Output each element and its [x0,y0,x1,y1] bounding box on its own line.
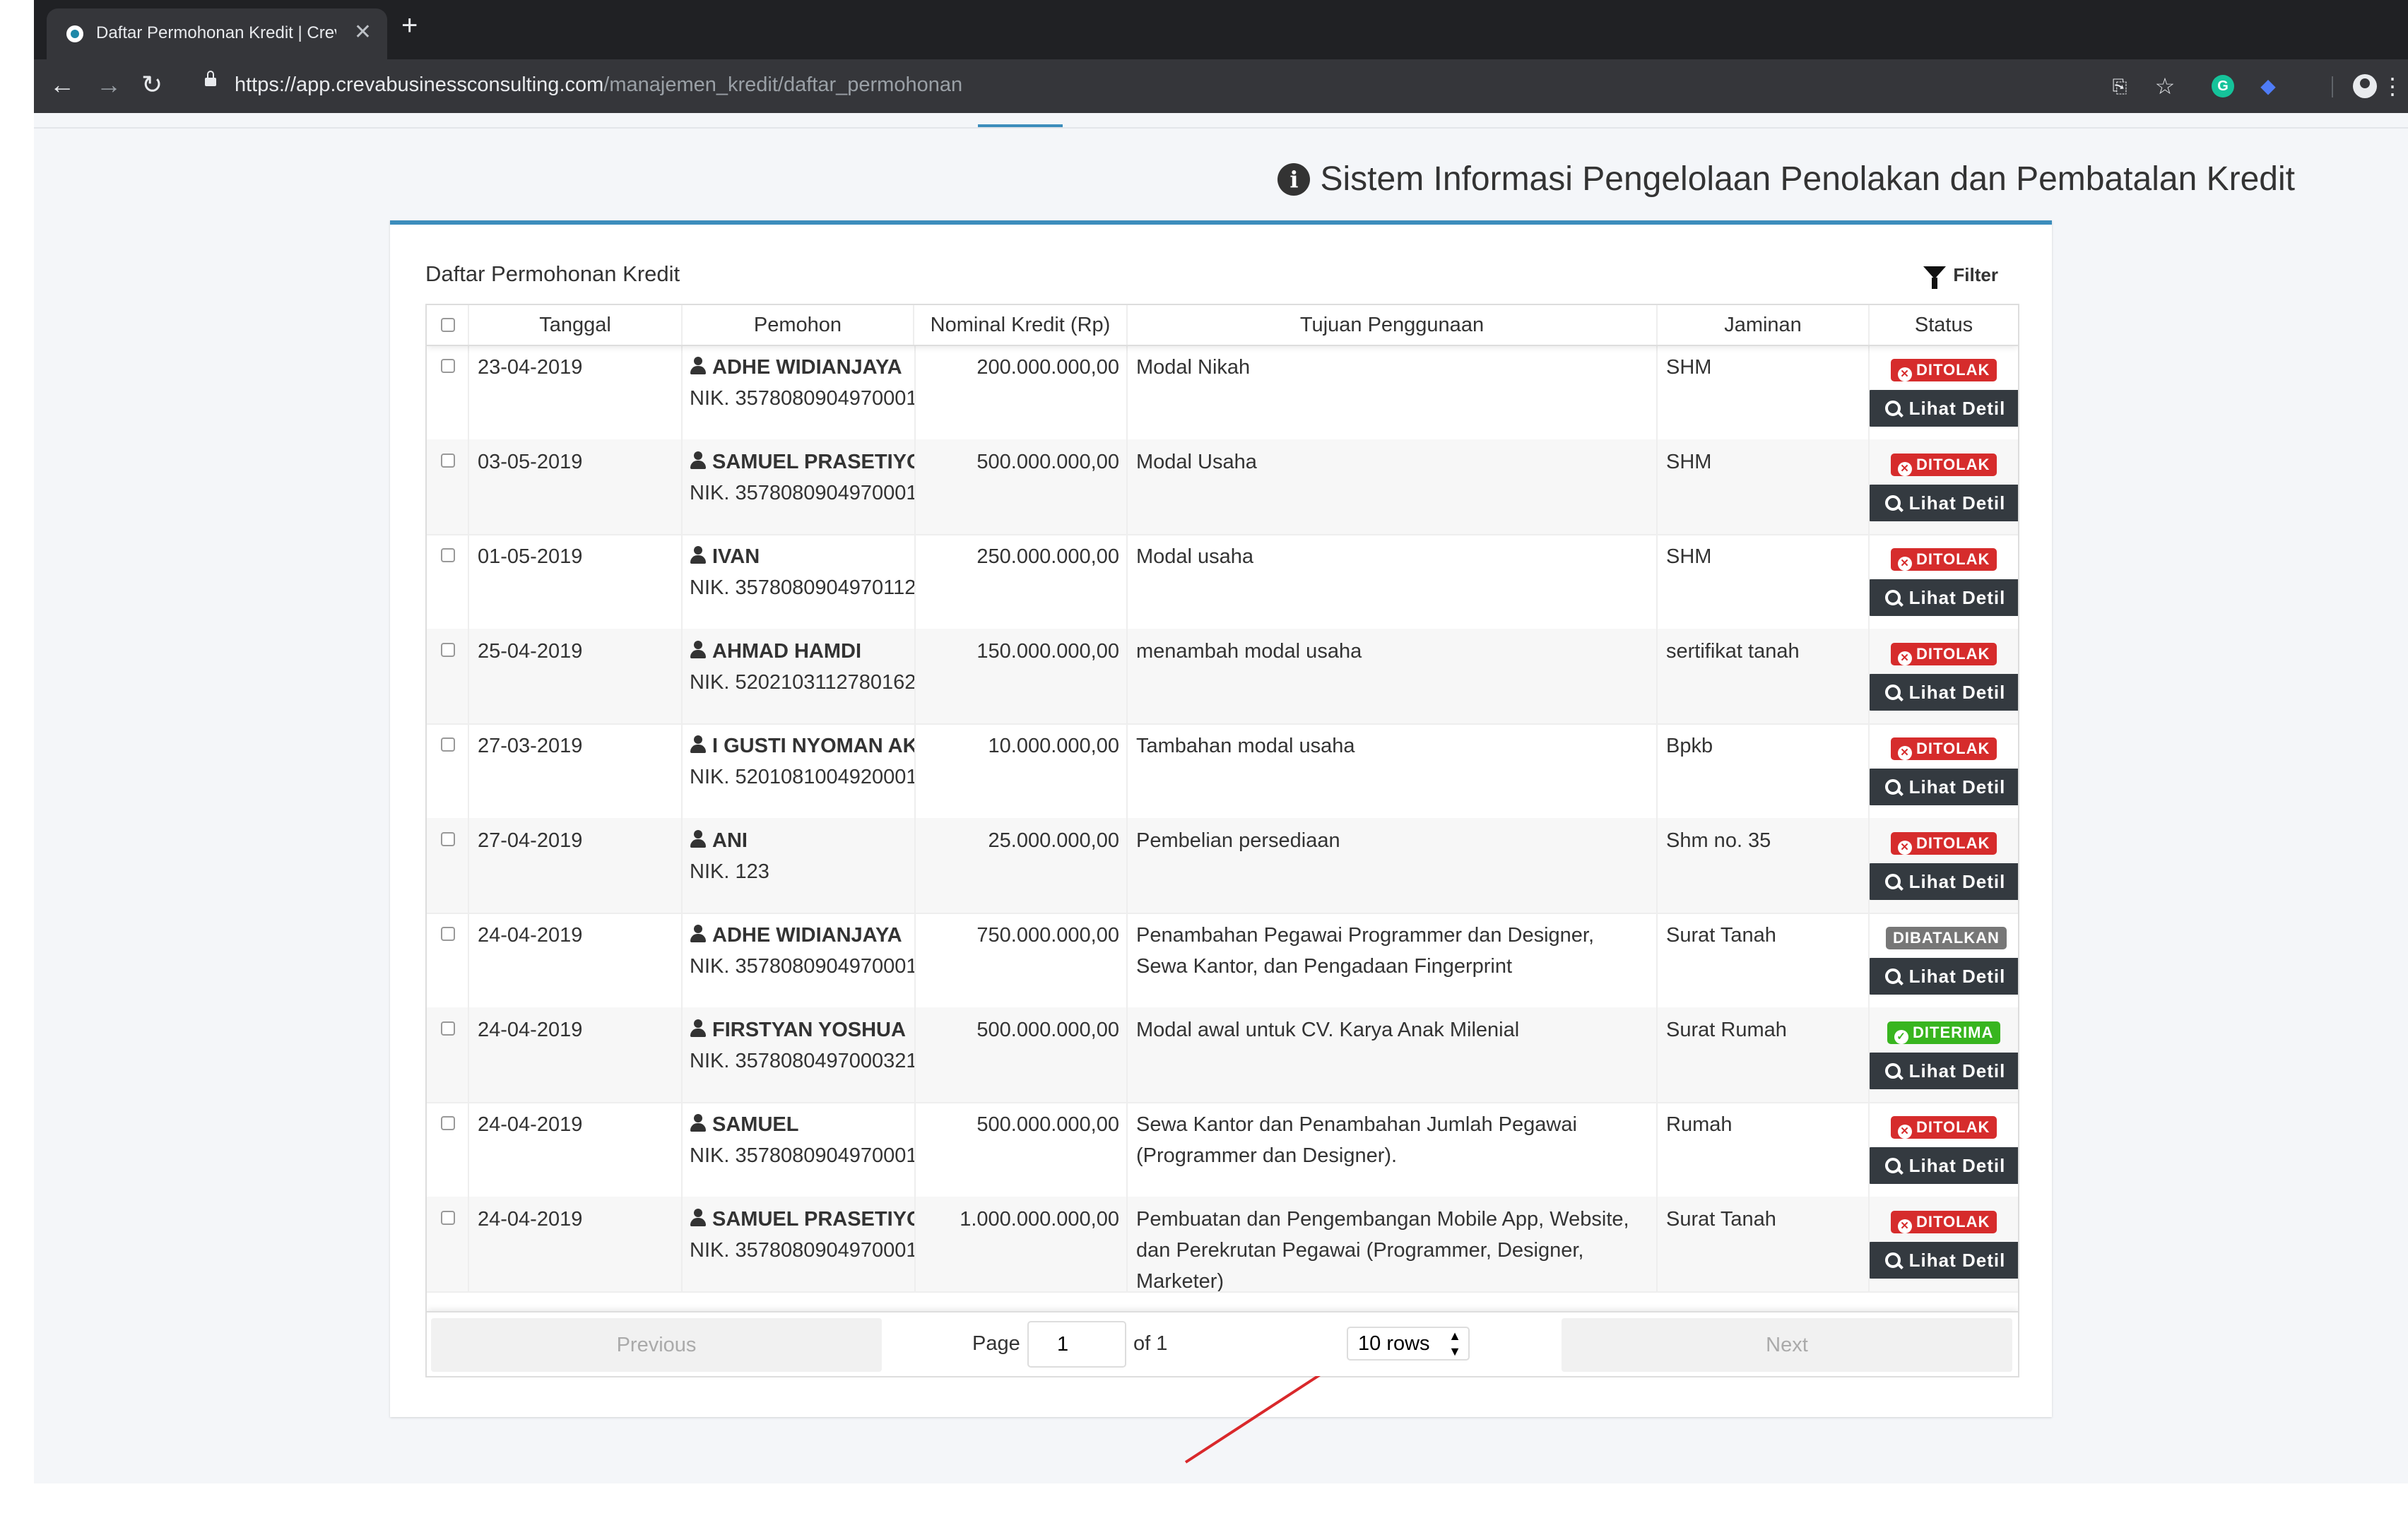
page-total: of 1 [1133,1332,1168,1355]
header-pemohon[interactable]: Pemohon [683,305,914,345]
rows-per-page-select[interactable]: 10 rows ▲ ▼ [1347,1327,1470,1361]
header-select-all[interactable] [427,305,469,345]
rows-per-page-value: 10 rows [1358,1332,1430,1355]
header-jaminan[interactable]: Jaminan [1658,305,1870,345]
page-bottom-margin [0,1483,2408,1523]
header-tanggal[interactable]: Tanggal [469,305,683,345]
previous-button[interactable]: Previous [431,1318,882,1372]
annotation-arrow [1184,1355,1351,1464]
pagination: Previous Page 1 of 1 10 rows ▲ ▼ Next [427,1311,2018,1376]
page-number-input[interactable]: 1 [1027,1321,1126,1368]
select-arrows-icon: ▲ ▼ [1448,1329,1461,1358]
header-status[interactable]: Status [1870,305,2018,345]
header-nominal[interactable]: Nominal Kredit (Rp) [914,305,1128,345]
select-all-checkbox[interactable] [441,318,455,332]
page-label: Page [972,1332,1020,1355]
table-header: Tanggal Pemohon Nominal Kredit (Rp) Tuju… [427,305,2018,346]
next-button[interactable]: Next [1562,1318,2012,1372]
header-tujuan[interactable]: Tujuan Penggunaan [1128,305,1658,345]
